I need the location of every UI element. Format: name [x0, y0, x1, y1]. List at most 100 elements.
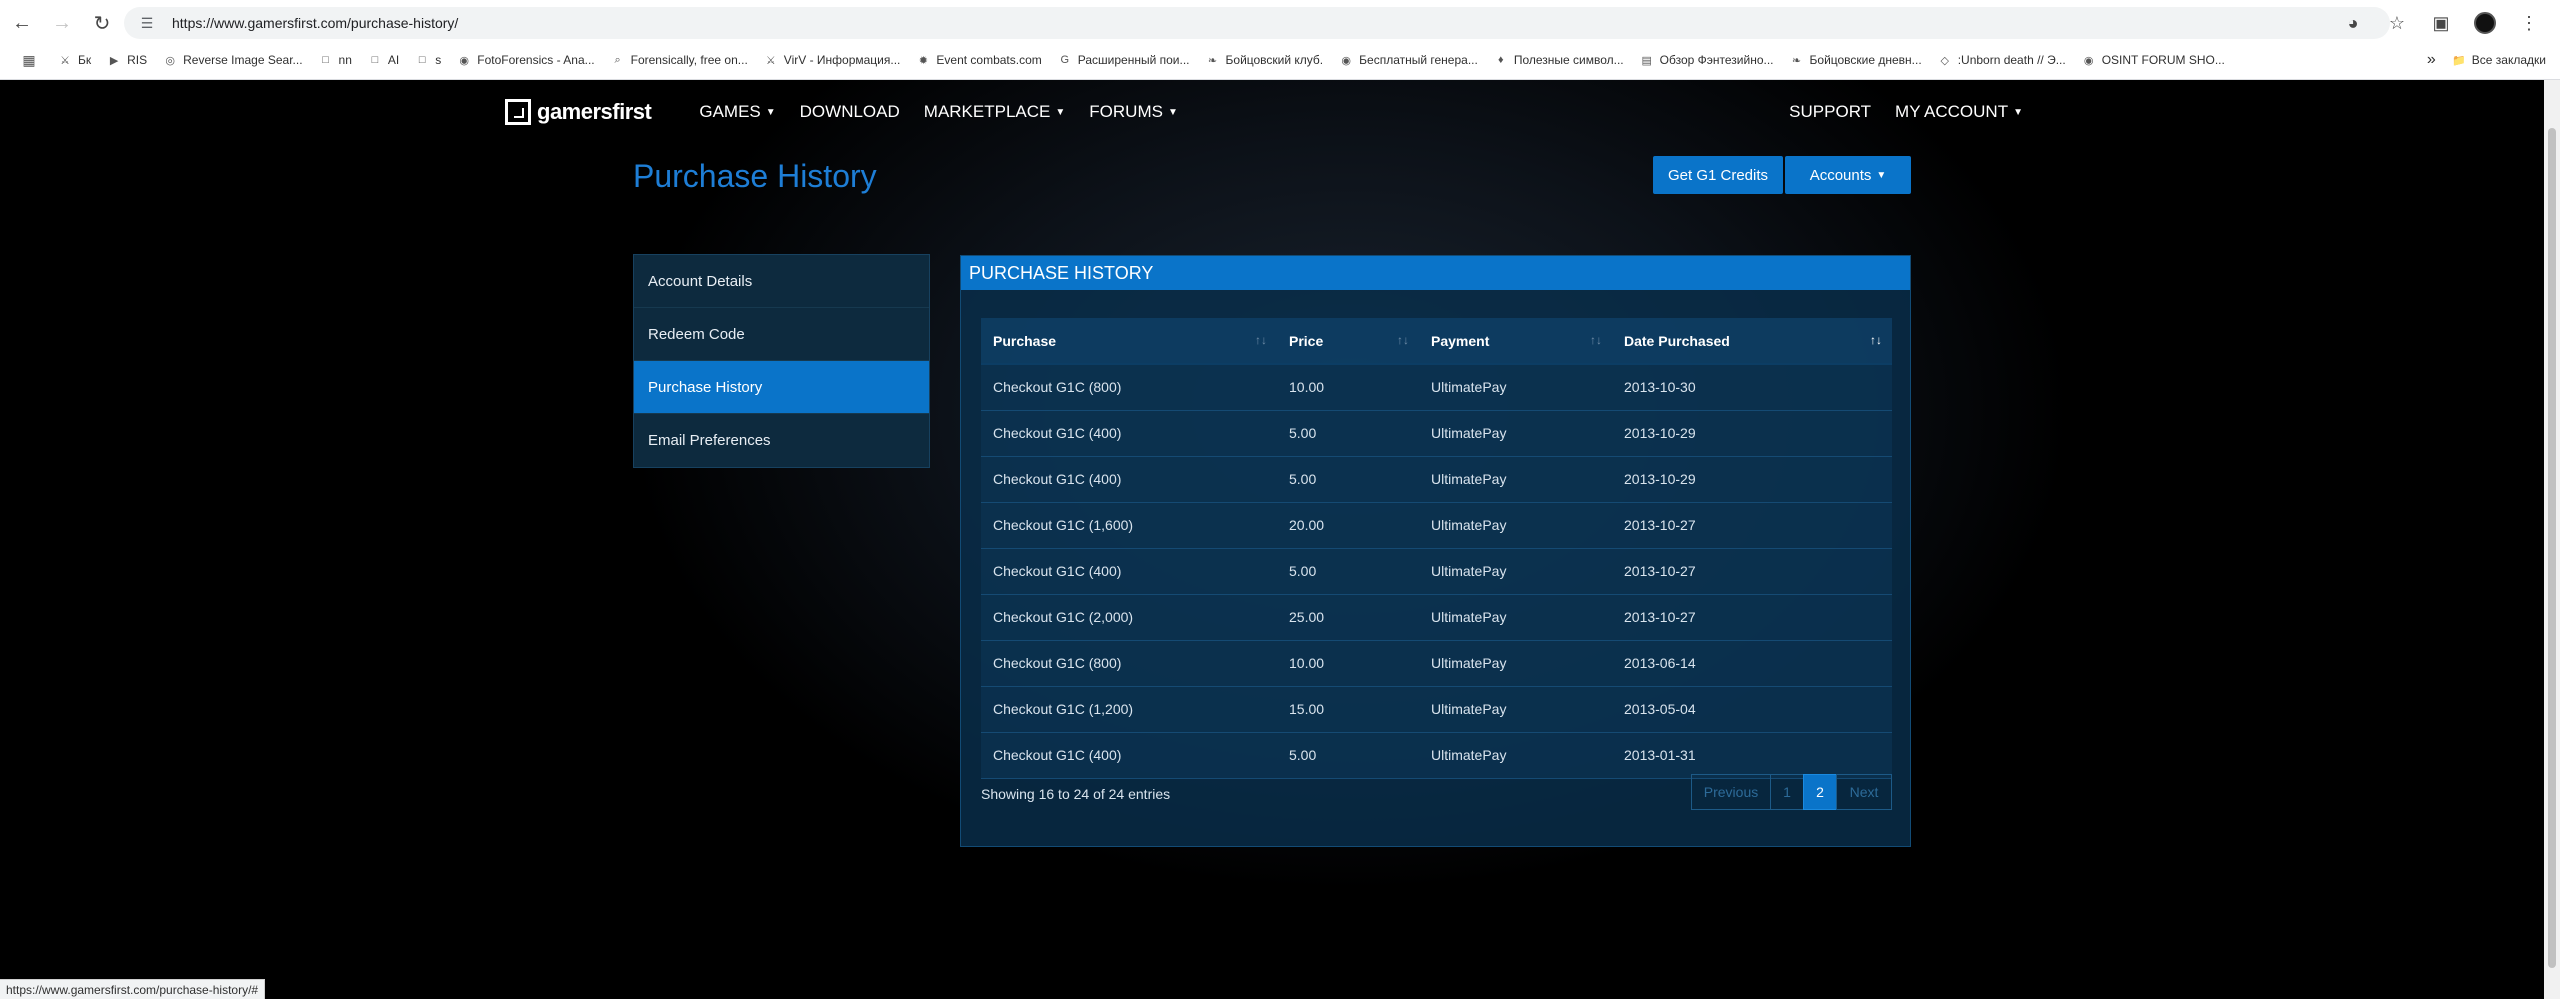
bookmarks-overflow-icon[interactable]: » [2419, 47, 2444, 73]
pagination-previous[interactable]: Previous [1691, 774, 1771, 810]
caret-down-icon: ▼ [1167, 106, 1178, 118]
apps-icon[interactable]: ▦ [14, 47, 50, 73]
sun-icon: ✹ [918, 54, 928, 67]
bookmark-label: AI [387, 53, 400, 67]
back-icon[interactable]: ← [4, 5, 40, 41]
cell-price: 5.00 [1277, 456, 1419, 503]
cell-date: 2013-10-27 [1612, 548, 1892, 595]
bookmark-label: VirV - Информация... [783, 53, 901, 67]
table-row: Checkout G1C (1,600) 20.00 UltimatePay 2013… [981, 502, 1892, 549]
column-header-purchase[interactable]: Purchase ↑↓ [981, 318, 1277, 365]
play-icon: ▶ [109, 54, 119, 67]
extensions-icon[interactable]: ▣ [2424, 7, 2458, 39]
caret-down-icon: ▼ [1055, 106, 1066, 118]
nav-support[interactable]: SUPPORT [1777, 102, 1883, 122]
pagination: Previous 1 2 Next [1691, 774, 1892, 810]
reload-icon[interactable]: ↻ [84, 5, 120, 41]
bookmark-item[interactable]: ◇:Unborn death // Э... [1930, 47, 2074, 73]
cell-price: 5.00 [1277, 732, 1419, 779]
address-bar[interactable]: ☰ https://www.gamersfirst.com/purchase-h… [124, 7, 2390, 39]
bookmark-item[interactable]: ◉ Бесплатный генера... [1331, 47, 1486, 73]
c-logo-icon: ◎ [165, 54, 175, 67]
forward-icon[interactable]: → [44, 5, 80, 41]
bookmark-item[interactable]: ◎ Reverse Image Sear... [155, 47, 310, 73]
purchase-table-wrap: Purchase ↑↓ Price ↑↓ Payment ↑↓ Date Purcha… [981, 318, 1892, 779]
table-row: Checkout G1C (800) 10.00 UltimatePay 2013-1… [981, 364, 1892, 411]
bookmark-item[interactable]: G Расширенный пои... [1050, 47, 1198, 73]
browser-chrome: ← → ↻ ☰ https://www.gamersfirst.com/purc… [0, 0, 2560, 80]
globe-icon: ◉ [2083, 54, 2094, 67]
bookmark-item[interactable]: □ AI [360, 47, 407, 73]
page: gamersfirst GAMES ▼ DOWNLOAD MARKETPLACE ▼… [0, 80, 2544, 999]
cell-purchase: Checkout G1C (1,600) [981, 502, 1277, 549]
caret-down-icon: ▼ [2013, 106, 2023, 118]
cell-payment: UltimatePay [1419, 502, 1612, 549]
bookmark-item[interactable]: ◉ OSINT FORUM SHO... [2074, 47, 2233, 73]
menu-kebab-icon[interactable]: ⋮ [2512, 7, 2546, 39]
eye-off-icon[interactable]: ◕ [2336, 7, 2370, 39]
nav-my-account[interactable]: MY ACCOUNT ▼ [1883, 102, 2035, 122]
sort-icon: ↑↓ [1255, 333, 1267, 347]
cell-payment: UltimatePay [1419, 686, 1612, 733]
address-url[interactable]: https://www.gamersfirst.com/purchase-his… [172, 15, 458, 31]
cell-payment: UltimatePay [1419, 594, 1612, 641]
logo-icon [505, 99, 531, 125]
table-info: Showing 16 to 24 of 24 entries [981, 786, 1171, 802]
sort-icon: ↑↓ [1397, 333, 1409, 347]
page-scrollbar[interactable] [2544, 80, 2560, 999]
site-logo[interactable]: gamersfirst [505, 99, 652, 125]
sidebar-item-email-preferences[interactable]: Email Preferences [634, 414, 929, 467]
pagination-page-1[interactable]: 1 [1770, 774, 1804, 810]
bookmark-item[interactable]: ❧ Бойцовские дневн... [1782, 47, 1930, 73]
avatar[interactable] [2468, 7, 2502, 39]
bookmark-item[interactable]: □ nn [311, 47, 360, 73]
bookmark-item[interactable]: □ s [407, 47, 449, 73]
purchase-history-panel: PURCHASE HISTORY Purchase ↑↓ Price ↑↓ Paym… [960, 255, 1911, 847]
g-logo-icon: G [1060, 54, 1070, 66]
sidebar-item-redeem-code[interactable]: Redeem Code [634, 308, 929, 361]
globe-icon: ◉ [459, 54, 470, 67]
bookmark-item[interactable]: ⌕ Forensically, free on... [603, 47, 756, 73]
nav-games[interactable]: GAMES ▼ [687, 102, 787, 122]
bookmark-item[interactable]: ⚔ Бк [50, 47, 99, 73]
bookmark-item[interactable]: ◉ FotoForensics - Ana... [449, 47, 602, 73]
site-info-icon[interactable]: ☰ [136, 12, 158, 34]
cell-date: 2013-10-29 [1612, 410, 1892, 457]
table-row: Checkout G1C (400) 5.00 UltimatePay 2013-01… [981, 732, 1892, 779]
sidebar-item-account-details[interactable]: Account Details [634, 255, 929, 308]
cell-date: 2013-10-27 [1612, 502, 1892, 549]
bookmark-item[interactable]: ▶ RIS [99, 47, 155, 73]
cell-purchase: Checkout G1C (800) [981, 364, 1277, 411]
cell-price: 5.00 [1277, 548, 1419, 595]
column-header-price[interactable]: Price ↑↓ [1277, 318, 1419, 365]
get-credits-button[interactable]: Get G1 Credits [1653, 156, 1783, 194]
magnifier-icon: ⌕ [614, 53, 621, 66]
accounts-dropdown-button[interactable]: Accounts ▼ [1785, 156, 1911, 194]
pagination-next[interactable]: Next [1836, 774, 1892, 810]
cell-price: 25.00 [1277, 594, 1419, 641]
column-header-date[interactable]: Date Purchased ↑↓ [1612, 318, 1892, 365]
star-icon[interactable]: ☆ [2380, 7, 2414, 39]
swords-icon: ⚔ [60, 54, 70, 67]
bookmark-item[interactable]: ❧ Бойцовский клуб. [1198, 47, 1332, 73]
folder-icon: □ [322, 54, 329, 66]
nav-marketplace[interactable]: MARKETPLACE ▼ [912, 102, 1078, 122]
bookmark-item[interactable]: ♦ Полезные символ... [1486, 47, 1632, 73]
bookmark-item[interactable]: ✹ Event combats.com [908, 47, 1049, 73]
column-header-payment[interactable]: Payment ↑↓ [1419, 318, 1612, 365]
bookmark-item[interactable]: ⚔ VirV - Информация... [756, 47, 909, 73]
all-bookmarks[interactable]: 📁 Все закладки [2444, 47, 2554, 73]
nav-download[interactable]: DOWNLOAD [788, 102, 912, 122]
bookmark-label: Бк [78, 53, 92, 67]
pagination-page-2[interactable]: 2 [1803, 774, 1837, 810]
swords-icon: ⚔ [765, 54, 776, 67]
sidebar-item-purchase-history[interactable]: Purchase History [634, 361, 929, 414]
nav-forums[interactable]: FORUMS ▼ [1077, 102, 1190, 122]
sort-desc-icon: ↑↓ [1870, 333, 1882, 347]
bookmark-label: s [435, 53, 442, 67]
cell-purchase: Checkout G1C (800) [981, 640, 1277, 687]
sort-icon: ↑↓ [1590, 333, 1602, 347]
bookmark-item[interactable]: ▤ Обзор Фэнтезийно... [1632, 47, 1782, 73]
cell-price: 15.00 [1277, 686, 1419, 733]
scrollbar-thumb[interactable] [2548, 128, 2556, 968]
